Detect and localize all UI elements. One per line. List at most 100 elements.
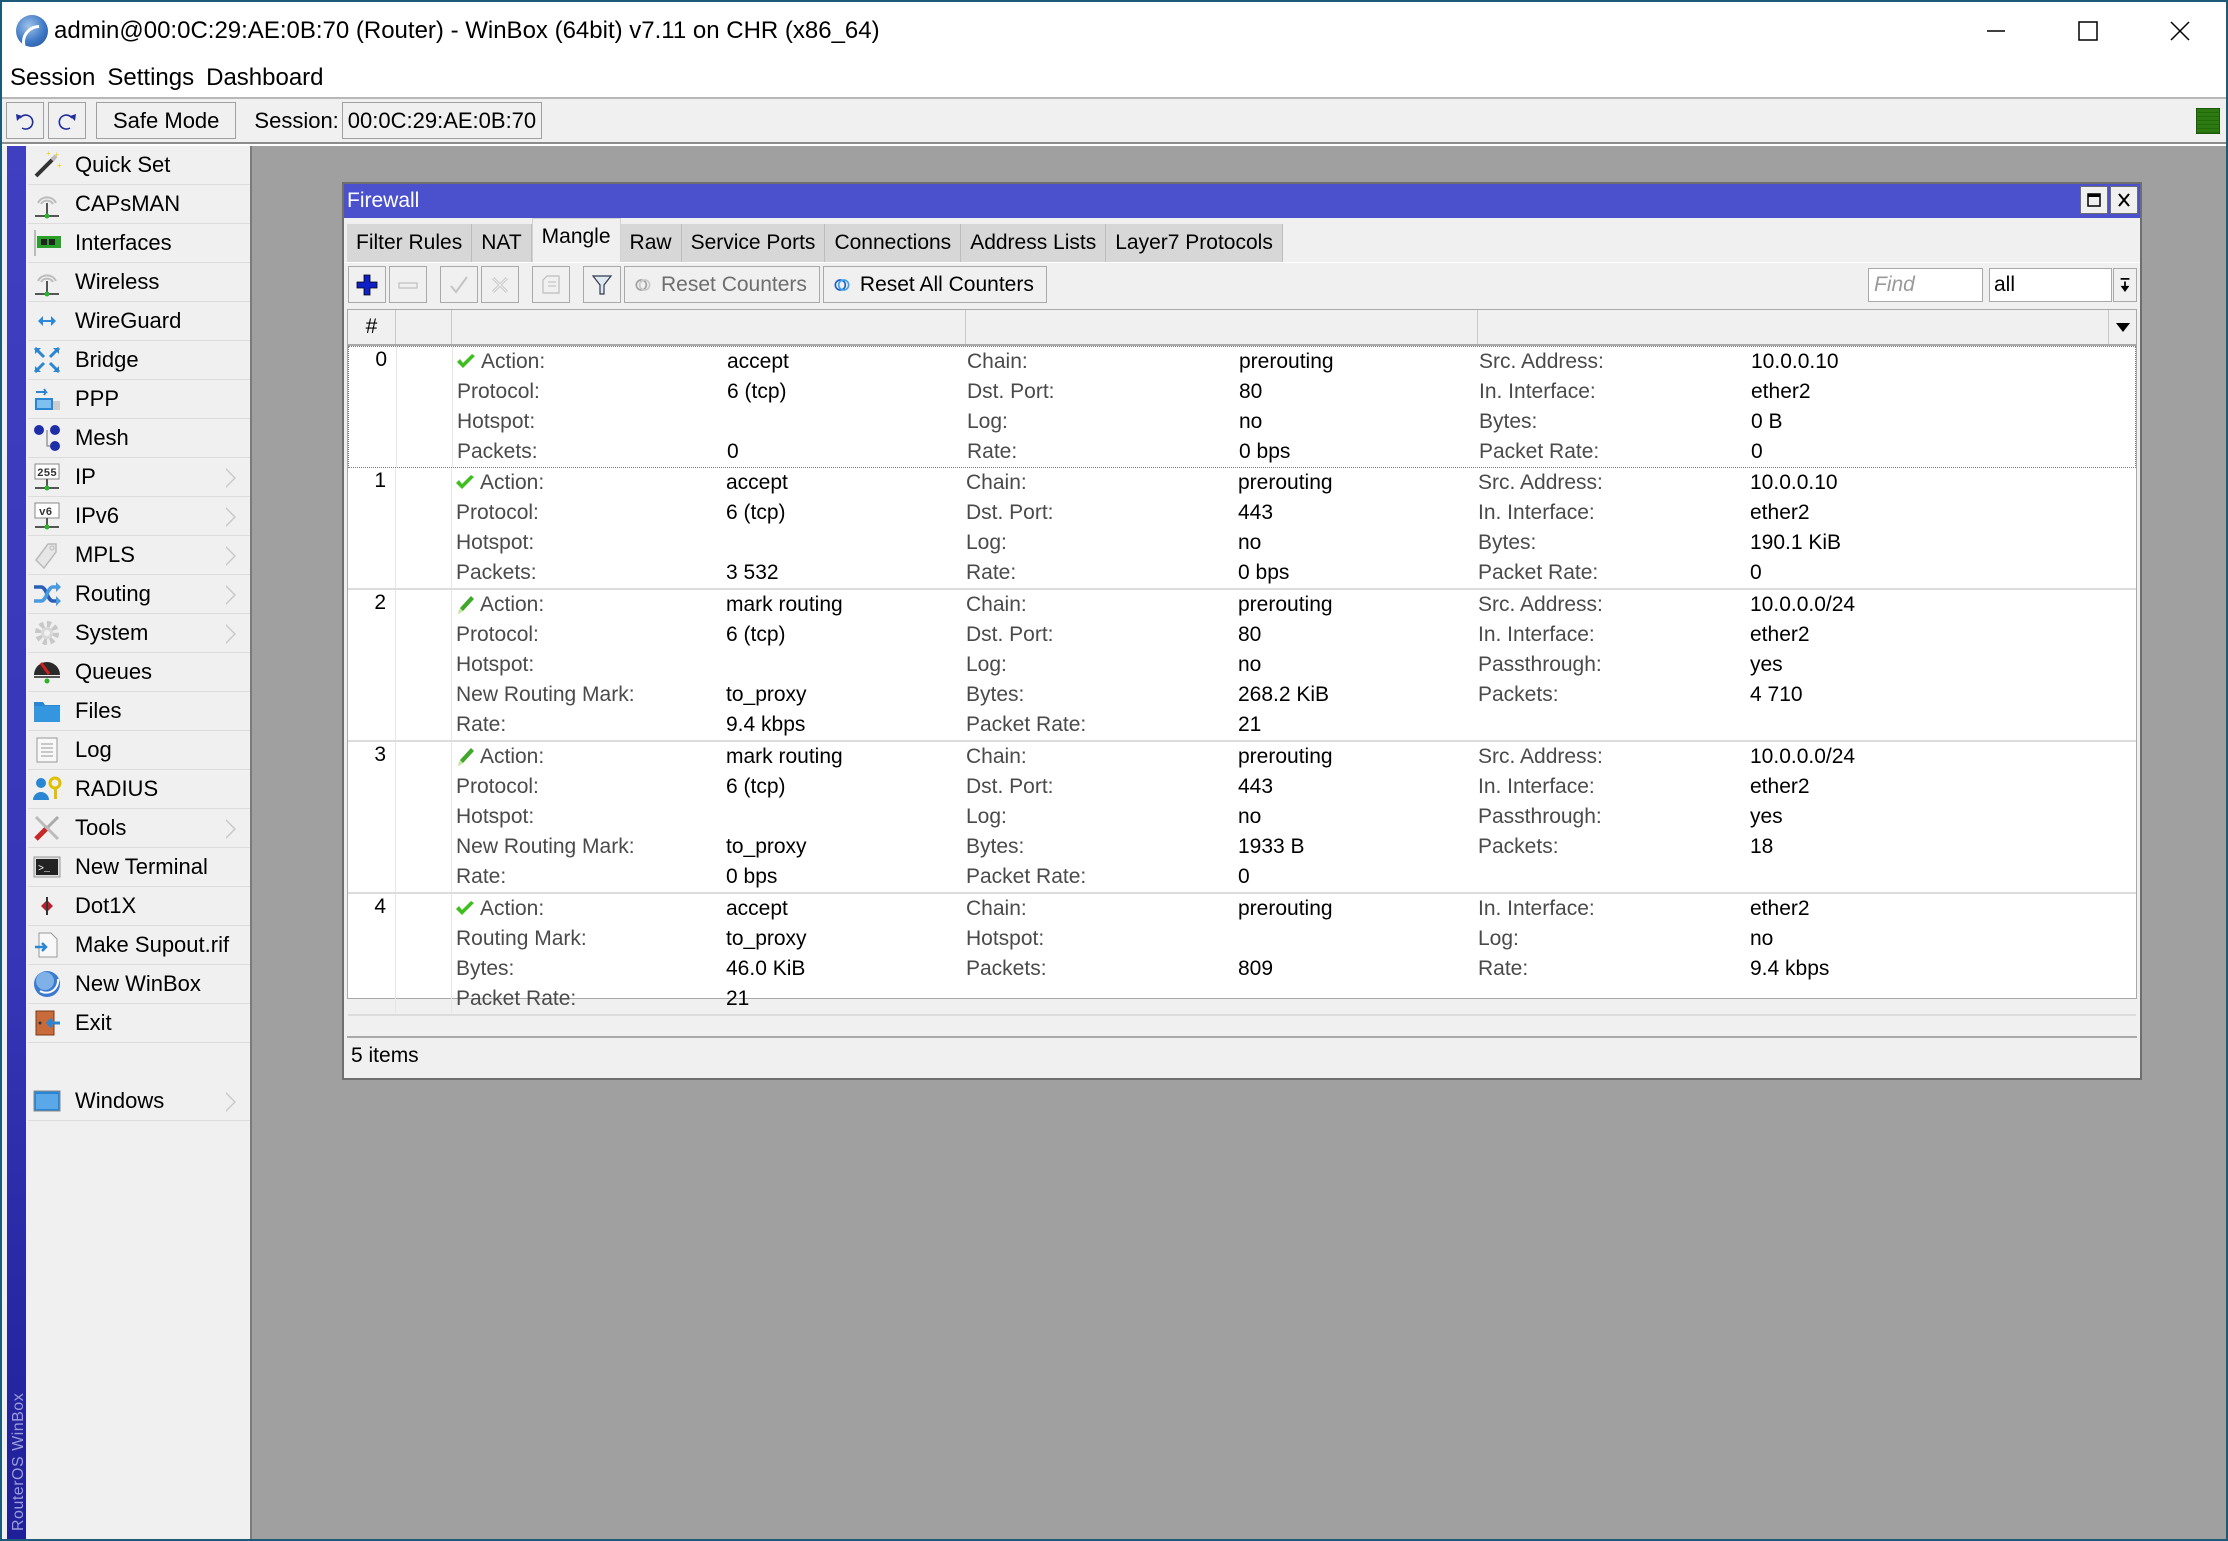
tab-mangle[interactable]: Mangle [531, 218, 621, 262]
tab-raw[interactable]: Raw [620, 224, 682, 262]
table-row[interactable]: 0 Action: accept Chain: prerouting Src. Addre… [348, 346, 2136, 468]
tab-connections[interactable]: Connections [825, 224, 962, 262]
maximize-button[interactable] [2042, 2, 2134, 59]
sidebar-item-ip[interactable]: 255 IP [28, 458, 250, 497]
rule-details: Action: mark routing Chain: prerouting Src. … [452, 590, 2136, 740]
menu-dashboard[interactable]: Dashboard [206, 64, 323, 92]
network-card-icon [31, 227, 63, 259]
tag-icon [31, 539, 63, 571]
dot1x-icon [31, 890, 63, 922]
sidebar-item-radius[interactable]: RADIUS [28, 770, 250, 809]
session-field[interactable]: 00:0C:29:AE:0B:70 [341, 102, 543, 139]
sidebar-item-wireless[interactable]: Wireless [28, 263, 250, 302]
sidebar-item-dot1x[interactable]: Dot1X [28, 887, 250, 926]
field-label-text: Action: [480, 471, 545, 494]
sidebar-item-mesh[interactable]: Mesh [28, 419, 250, 458]
column-menu-button[interactable] [2108, 310, 2136, 344]
field-value: 6 (tcp) [726, 623, 786, 646]
field-value: 10.0.0.0/24 [1750, 593, 1856, 616]
minimize-button[interactable] [1950, 2, 2042, 59]
field-value: 443 [1238, 501, 1274, 524]
field-label: Rate: [967, 440, 1018, 463]
reset-all-counters-button[interactable]: Reset All Counters [822, 266, 1047, 303]
field-value: mark routing [726, 593, 843, 616]
filter-select[interactable]: all [1989, 267, 2112, 302]
minus-icon [398, 281, 418, 289]
field-label: Protocol: [456, 623, 539, 646]
sidebar-item-wireguard[interactable]: WireGuard [28, 302, 250, 341]
sidebar-item-new-winbox[interactable]: New WinBox [28, 965, 250, 1004]
firewall-maximize-button[interactable] [2080, 186, 2108, 214]
sidebar-item-files[interactable]: Files [28, 692, 250, 731]
sidebar-item-tools[interactable]: Tools [28, 809, 250, 848]
menu-session[interactable]: Session [10, 64, 95, 92]
svg-text:+: + [46, 150, 51, 158]
field-label: In. Interface: [1478, 501, 1595, 524]
sidebar-item-interfaces[interactable]: Interfaces [28, 224, 250, 263]
add-button[interactable] [348, 266, 386, 303]
sidebar-item-make-supout-rif[interactable]: Make Supout.rif [28, 926, 250, 965]
redo-button[interactable] [48, 102, 86, 139]
table-row[interactable]: 2 Action: mark routing Chain: prerouting Src.… [348, 590, 2136, 742]
disable-button[interactable] [481, 266, 519, 303]
column-header-flags[interactable] [396, 310, 452, 344]
tab-filter-rules[interactable]: Filter Rules [347, 224, 473, 262]
field-label: Hotspot: [456, 805, 535, 828]
tab-layer7-protocols[interactable]: Layer7 Protocols [1106, 224, 1283, 262]
field-label: Packet Rate: [456, 987, 577, 1010]
rule-line: New Routing Mark: to_proxy Bytes: 1933 B Pac… [456, 832, 2136, 862]
find-input[interactable] [1868, 267, 1983, 302]
tab-nat[interactable]: NAT [472, 224, 532, 262]
firewall-close-button[interactable] [2110, 186, 2138, 214]
field-label-text: Action: [480, 745, 545, 768]
table-row[interactable]: 1 Action: accept Chain: prerouting Src. Addre… [348, 468, 2136, 590]
field-value: no [1238, 531, 1262, 554]
sidebar-item-new-terminal[interactable]: >_ New Terminal [28, 848, 250, 887]
field-label: Src. Address: [1478, 471, 1603, 494]
filter-button[interactable] [583, 266, 621, 303]
sidebar-item-queues[interactable]: Queues [28, 653, 250, 692]
sidebar-item-system[interactable]: System [28, 614, 250, 653]
undo-button[interactable] [6, 102, 44, 139]
sidebar-item-label: New Terminal [75, 854, 208, 879]
tab-address-lists[interactable]: Address Lists [961, 224, 1107, 262]
sidebar-item-bridge[interactable]: Bridge [28, 341, 250, 380]
field-label: Chain: [966, 593, 1027, 616]
sidebar-item-exit[interactable]: Exit [28, 1004, 250, 1043]
tab-service-ports[interactable]: Service Ports [681, 224, 826, 262]
sidebar-item-capsman[interactable]: CAPsMAN [28, 185, 250, 224]
wireguard-icon [31, 305, 63, 337]
close-button[interactable] [2134, 2, 2226, 59]
sidebar-item-routing[interactable]: Routing [28, 575, 250, 614]
field-label: Packets: [457, 440, 538, 463]
sidebar-item-ipv6[interactable]: v6 IPv6 [28, 497, 250, 536]
sidebar-item-log[interactable]: Log [28, 731, 250, 770]
sidebar-item-quick-set[interactable]: + + + Quick Set [28, 146, 250, 185]
sidebar-item-label: Dot1X [75, 893, 137, 918]
sidebar-item-windows[interactable]: Windows [28, 1082, 250, 1121]
sidebar-item-mpls[interactable]: MPLS [28, 536, 250, 575]
check-icon [450, 275, 468, 294]
close-icon [2170, 20, 2190, 41]
field-label: Hotspot: [966, 927, 1045, 950]
reset-counters-button[interactable]: Reset Counters [624, 266, 820, 303]
comment-button[interactable] [532, 266, 570, 303]
sidebar-item-label: RADIUS [75, 776, 159, 801]
window-controls [1950, 2, 2226, 59]
column-header-num[interactable]: # [348, 310, 396, 344]
enable-button[interactable] [440, 266, 478, 303]
column-header-2[interactable] [966, 310, 1478, 344]
filter-dropdown-button[interactable] [2113, 267, 2137, 302]
table-row[interactable]: 3 Action: mark routing Chain: prerouting Src.… [348, 742, 2136, 894]
safe-mode-button[interactable]: Safe Mode [96, 102, 237, 139]
plus-icon [356, 274, 378, 295]
sidebar-item-ppp[interactable]: PPP [28, 380, 250, 419]
menu-settings[interactable]: Settings [107, 64, 194, 92]
table-row[interactable]: 4 Action: accept Chain: prerouting In. Interf… [348, 894, 2136, 1016]
firewall-title-bar[interactable]: Firewall [344, 184, 2140, 218]
field-value: ether2 [1750, 623, 1810, 646]
mesh-icon [31, 422, 63, 454]
remove-button[interactable] [389, 266, 427, 303]
routing-icon [31, 578, 63, 610]
column-header-1[interactable] [452, 310, 966, 344]
